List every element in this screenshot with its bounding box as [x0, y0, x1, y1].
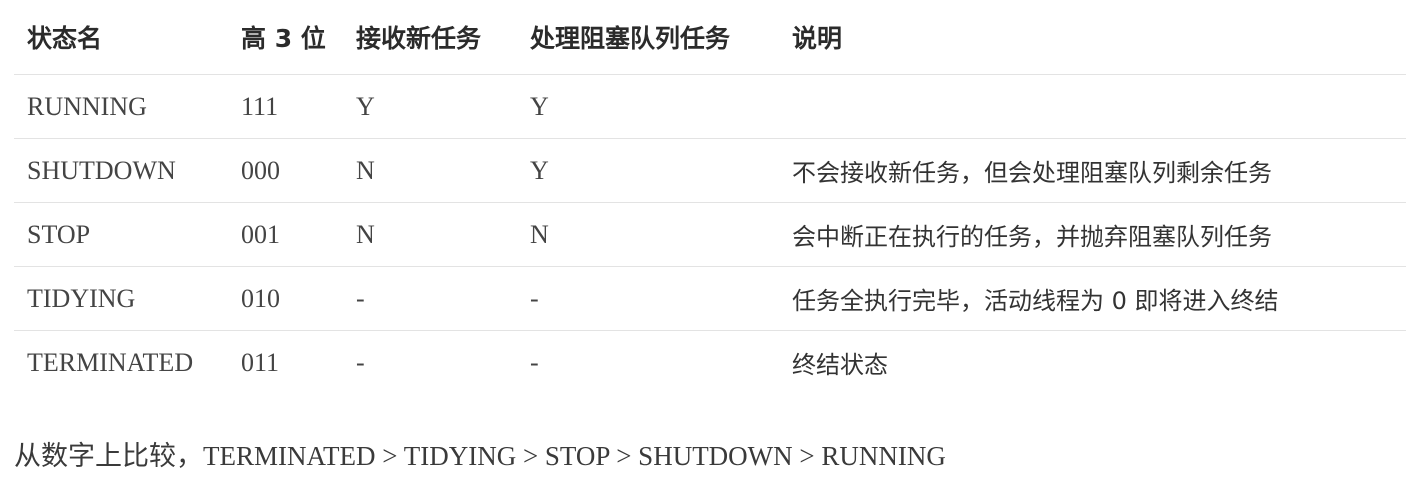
state-name-cell: TERMINATED: [27, 347, 194, 377]
high-bits-cell: 111: [228, 74, 343, 139]
high-bits-cell: 001: [228, 202, 343, 267]
state-name-cell: STOP: [14, 202, 228, 267]
accept-new-cell: N: [343, 138, 517, 203]
thread-pool-state-table: 状态名 高 3 位 接收新任务 处理阻塞队列任务 说明 RUNNING 111 …: [14, 0, 1406, 394]
process-queue-cell: -: [517, 266, 779, 331]
high-bits-cell: 010: [228, 266, 343, 331]
description-cell: 会中断正在执行的任务，并抛弃阻塞队列任务: [779, 202, 1406, 267]
high-bits-cell: 000: [228, 138, 343, 203]
accept-new-cell: N: [343, 202, 517, 267]
header-state-name: 状态名: [14, 0, 228, 75]
accept-new-cell: -: [356, 347, 365, 377]
process-queue-cell: Y: [517, 74, 779, 139]
table-row: STOP 001 N N 会中断正在执行的任务，并抛弃阻塞队列任务: [14, 202, 1406, 267]
description-cell: [779, 74, 1406, 139]
header-process-queue-tasks: 处理阻塞队列任务: [517, 0, 779, 75]
state-name-cell: TIDYING: [14, 266, 228, 331]
state-name-cell: RUNNING: [14, 74, 228, 139]
process-queue-cell: N: [517, 202, 779, 267]
comparison-note: 从数字上比较，TERMINATED > TIDYING > STOP > SHU…: [14, 441, 946, 471]
table-row: TERMINATED 011 - - 终结状态: [14, 331, 1406, 395]
header-accept-new-tasks: 接收新任务: [343, 0, 517, 75]
table-row: SHUTDOWN 000 N Y 不会接收新任务，但会处理阻塞队列剩余任务: [14, 138, 1406, 203]
header-description: 说明: [779, 0, 1406, 75]
table-row: TIDYING 010 - - 任务全执行完毕，活动线程为 0 即将进入终结: [14, 266, 1406, 331]
state-name-cell: SHUTDOWN: [14, 138, 228, 203]
header-high-bits: 高 3 位: [228, 0, 343, 75]
table-row: RUNNING 111 Y Y: [14, 74, 1406, 139]
description-cell: 不会接收新任务，但会处理阻塞队列剩余任务: [779, 138, 1406, 203]
accept-new-cell: -: [343, 266, 517, 331]
process-queue-cell: -: [530, 347, 539, 377]
process-queue-cell: Y: [517, 138, 779, 203]
accept-new-cell: Y: [343, 74, 517, 139]
description-cell: 任务全执行完毕，活动线程为 0 即将进入终结: [779, 266, 1406, 331]
description-cell: 终结状态: [792, 351, 888, 379]
high-bits-cell: 011: [241, 347, 280, 377]
table-header-row: 状态名 高 3 位 接收新任务 处理阻塞队列任务 说明: [14, 0, 1406, 75]
